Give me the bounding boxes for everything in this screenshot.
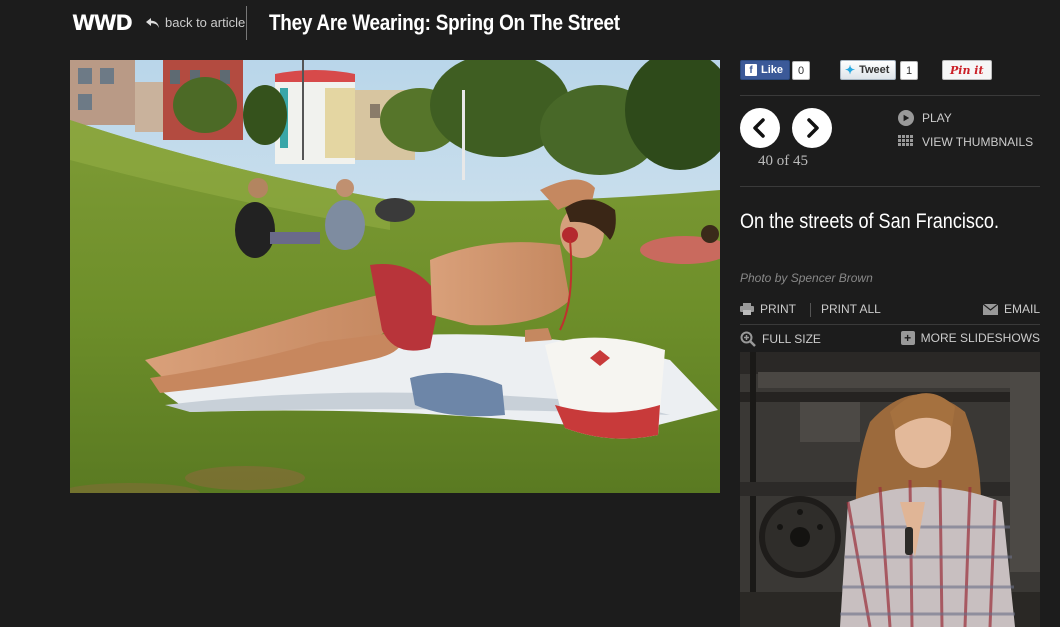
- view-thumbnails-label: VIEW THUMBNAILS: [922, 135, 1034, 149]
- view-thumbnails-button[interactable]: VIEW THUMBNAILS: [898, 135, 1033, 149]
- full-size-button[interactable]: FULL SIZE: [740, 331, 821, 347]
- slideshow-main-photo[interactable]: [70, 60, 720, 493]
- play-label: PLAY: [922, 111, 952, 125]
- tweet-count: 1: [900, 61, 919, 80]
- plus-icon: +: [900, 331, 915, 345]
- pin-it-button[interactable]: Pin it: [942, 60, 992, 80]
- header-divider: [246, 6, 247, 40]
- ad-image: [740, 352, 1040, 627]
- tool-divider: [810, 303, 811, 317]
- next-arrow-icon: [807, 118, 819, 138]
- print-tools-row: PRINT PRINT ALL EMAIL: [740, 302, 1040, 320]
- email-label: EMAIL: [1003, 302, 1040, 316]
- print-label: PRINT: [760, 302, 796, 316]
- tweet-label: Tweet: [859, 64, 890, 76]
- slideshow-title: They Are Wearing: Spring On The Street: [269, 10, 620, 35]
- divider: [740, 324, 1040, 325]
- social-share-bar: f Like 0 ✦ Tweet 1 Pin it: [740, 60, 1040, 82]
- printer-icon: [740, 303, 754, 315]
- photo-credit: Photo by Spencer Brown: [740, 271, 873, 285]
- back-to-article-link[interactable]: back to article: [145, 15, 245, 30]
- slide-counter: 40 of 45: [758, 153, 808, 169]
- next-slide-button[interactable]: [792, 108, 832, 148]
- full-size-label: FULL SIZE: [762, 332, 821, 346]
- more-slideshows-button[interactable]: + MORE SLIDESHOWS: [900, 331, 1040, 345]
- prev-arrow-icon: [753, 118, 765, 138]
- facebook-like-label: Like: [761, 64, 784, 76]
- facebook-like-button[interactable]: f Like: [740, 60, 791, 80]
- play-icon: [898, 110, 914, 126]
- advertisement-photo[interactable]: [740, 352, 1040, 627]
- email-button[interactable]: EMAIL: [982, 302, 1040, 316]
- email-icon: [982, 303, 998, 315]
- divider: [740, 95, 1040, 96]
- grid-icon: [898, 135, 914, 149]
- more-slideshows-label: MORE SLIDESHOWS: [920, 331, 1040, 345]
- view-tools-row: FULL SIZE + MORE SLIDESHOWS: [740, 331, 1040, 349]
- zoom-icon: [740, 331, 756, 347]
- print-all-label: PRINT ALL: [821, 302, 881, 316]
- facebook-icon: f: [745, 64, 757, 76]
- play-slideshow-button[interactable]: PLAY: [898, 110, 952, 126]
- wwd-logo[interactable]: WWD: [72, 11, 133, 35]
- print-button[interactable]: PRINT: [740, 302, 796, 316]
- tweet-button[interactable]: ✦ Tweet: [840, 60, 897, 80]
- previous-slide-button[interactable]: [740, 108, 780, 148]
- back-arrow-icon: [146, 17, 159, 28]
- back-to-article-label: back to article: [165, 15, 246, 30]
- slide-caption: On the streets of San Francisco.: [740, 210, 999, 233]
- site-header: WWD back to article They Are Wearing: Sp…: [0, 0, 1060, 52]
- divider: [740, 186, 1040, 187]
- facebook-like-count: 0: [792, 61, 811, 80]
- twitter-bird-icon: ✦: [845, 63, 856, 77]
- print-all-button[interactable]: PRINT ALL: [821, 302, 881, 316]
- park-photo-image: [70, 60, 720, 493]
